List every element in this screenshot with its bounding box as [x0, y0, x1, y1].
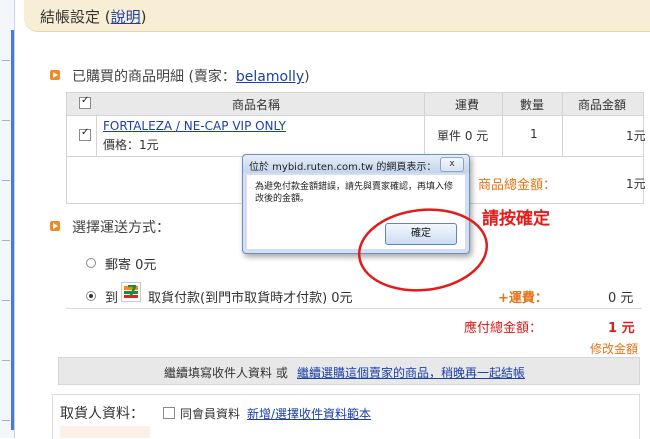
- radio-store-pickup[interactable]: [86, 291, 96, 301]
- close-icon[interactable]: x: [440, 157, 464, 172]
- dialog-title: 位於 mybid.ruten.com.tw 的網頁表示：: [249, 162, 437, 173]
- page-title: 結帳設定 (說明): [40, 8, 147, 26]
- table-header: [66, 92, 644, 116]
- help-link[interactable]: 說明: [111, 8, 141, 26]
- shipping-cell: 單件 0 元: [437, 129, 489, 143]
- annotation-text: 請按確定: [482, 209, 550, 229]
- annotation-circle: [357, 208, 489, 292]
- total-value: 1 元: [608, 321, 635, 336]
- column-header: 數量: [520, 98, 545, 112]
- quantity-cell: 1: [530, 127, 538, 141]
- fee-value: 0 元: [608, 291, 634, 306]
- continue-text: 繼續填寫收件人資料 或: [164, 366, 288, 380]
- section-bullet-icon: [50, 70, 60, 80]
- same-member-checkbox[interactable]: [163, 407, 175, 419]
- column-header: 商品金額: [578, 98, 627, 112]
- column-header: 商品名稱: [232, 98, 281, 112]
- fee-label: +運費：: [498, 291, 548, 306]
- product-link[interactable]: FORTALEZA / NE-CAP VIP ONLY: [103, 119, 286, 133]
- dialog-title-bar: 位於 mybid.ruten.com.tw 的網頁表示： x: [243, 155, 469, 173]
- seller-link[interactable]: belamolly: [236, 69, 304, 85]
- edit-amount-link[interactable]: 修改金額: [590, 340, 638, 357]
- subtotal-label: 商品總金額：: [478, 178, 557, 193]
- section-bullet-icon: [50, 221, 60, 231]
- total-label: 應付總金額：: [464, 321, 543, 336]
- left-ruler: [0, 0, 15, 438]
- dialog-message: 為避免付款金額錯誤，請先與賣家確認，再填入修改後的金額。: [255, 182, 454, 204]
- page-header: 結帳設定 (說明): [24, 0, 650, 32]
- purchase-section-title: 已購買的商品明細 (賣家：belamolly): [72, 69, 310, 85]
- subtotal-value: 1元: [626, 177, 646, 191]
- radio-post[interactable]: [86, 258, 96, 268]
- shipping-option-store: 取貨付款(到門市取貨時才付款) 0元: [148, 291, 353, 306]
- shipping-option-post: 郵寄 0元: [105, 258, 157, 273]
- shipping-section-title: 選擇運送方式：: [72, 220, 170, 236]
- continue-shopping-link[interactable]: 繼續選購這個賣家的商品，稍晚再一起結帳: [297, 364, 525, 381]
- recipient-label: 取貨人資料：: [60, 406, 144, 422]
- shipping-option-prefix: 到: [105, 291, 119, 306]
- select-all-checkbox[interactable]: [79, 95, 91, 109]
- column-header: 運費: [455, 98, 480, 112]
- seven-eleven-logo-icon: 7: [121, 282, 141, 302]
- recipient-template-link[interactable]: 新增/選擇收件資料範本: [247, 405, 371, 422]
- item-checkbox[interactable]: [79, 127, 91, 141]
- product-price: 價格：1元: [103, 138, 159, 152]
- same-member-label: 同會員資料: [180, 407, 241, 421]
- amount-cell: 1元: [626, 129, 646, 143]
